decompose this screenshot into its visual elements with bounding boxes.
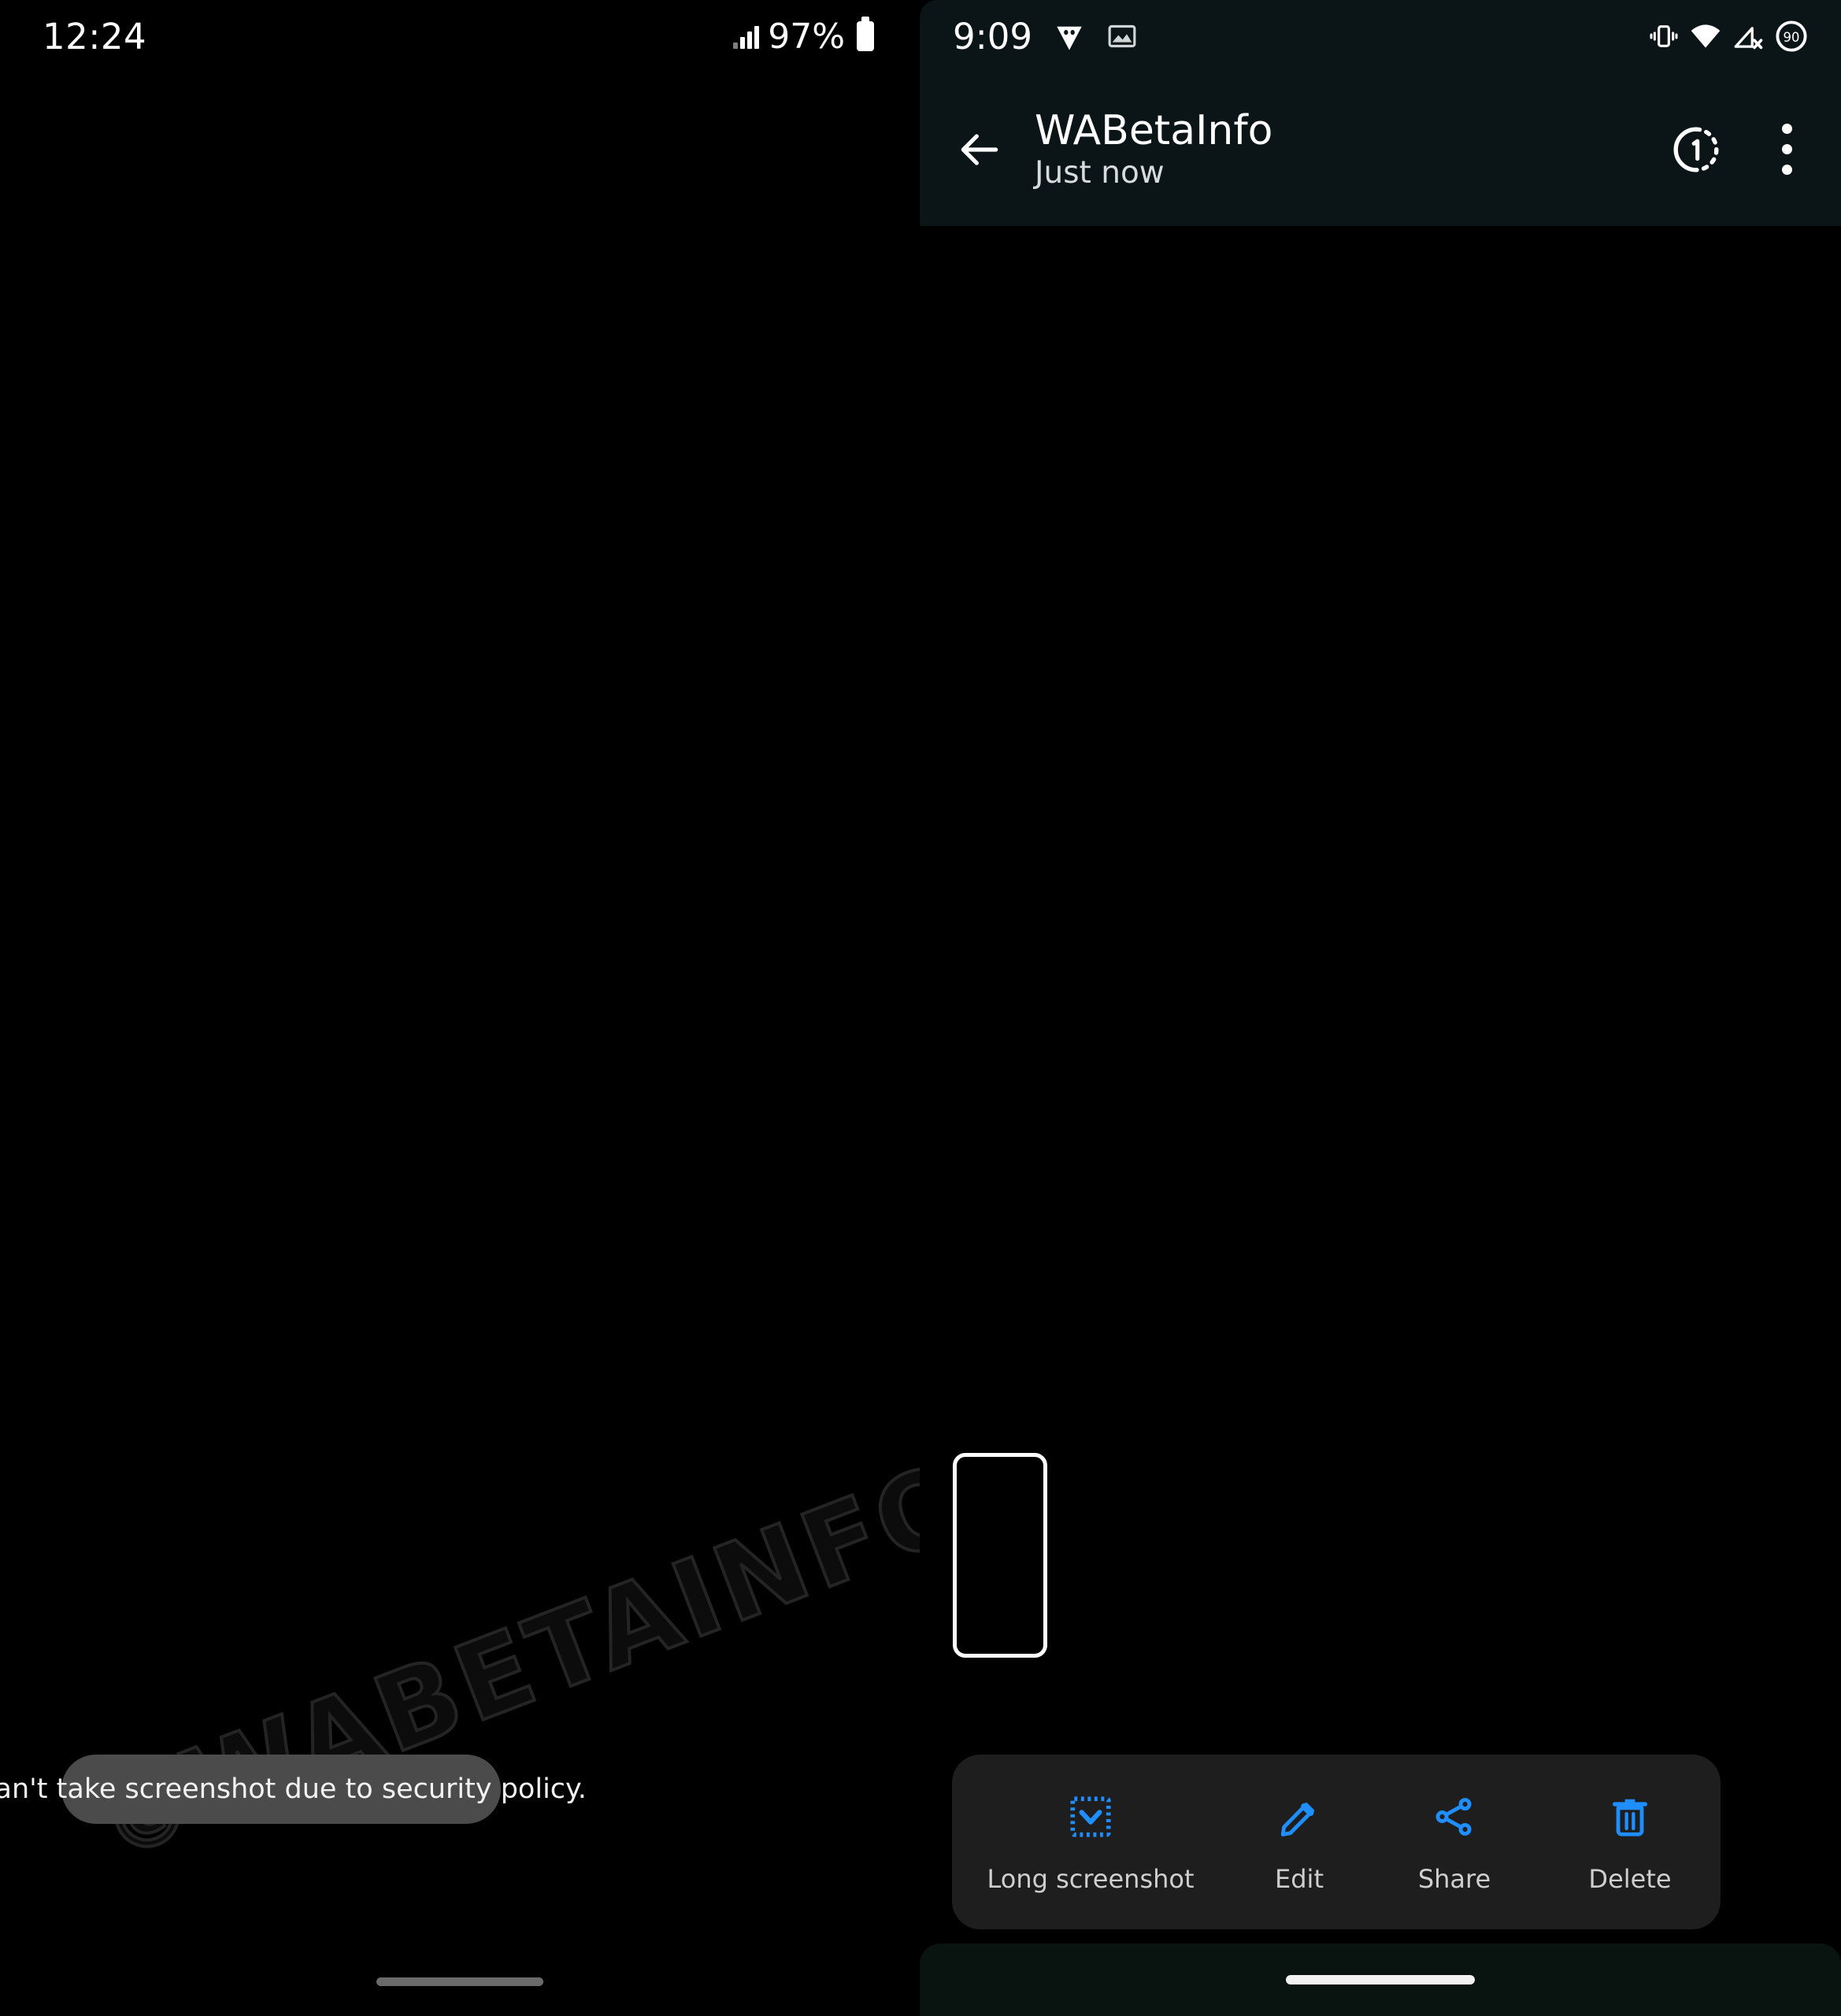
app-bar-content: WABetaInfo Just now	[920, 72, 1841, 226]
edit-button[interactable]: Edit	[1229, 1790, 1369, 1894]
status-clock: 9:09	[953, 15, 1033, 57]
battery-full-icon	[857, 17, 874, 51]
view-once-icon	[1673, 127, 1719, 172]
share-label: Share	[1417, 1864, 1491, 1894]
left-status-bar: 12:24 97%	[0, 0, 920, 72]
chat-app-bar: 9:09 90 WABetaInfo Just now	[920, 0, 1841, 226]
screenshot-thumbnail[interactable]	[953, 1453, 1047, 1658]
screenshot-blocked-toast: Can't take screenshot due to security po…	[0, 1755, 587, 1824]
vibrate-icon	[1650, 25, 1678, 47]
screenshot-image-icon	[1108, 24, 1136, 48]
delete-label: Delete	[1588, 1864, 1672, 1894]
right-navigation-bar	[920, 1944, 1841, 2016]
long-screenshot-label: Long screenshot	[987, 1864, 1195, 1894]
status-clock: 12:24	[43, 15, 147, 57]
right-status-bar: 9:09 90	[920, 0, 1841, 72]
back-button[interactable]	[942, 112, 1017, 187]
svg-text:90: 90	[1784, 30, 1800, 45]
status-system-icons: 90	[1648, 18, 1810, 54]
back-arrow-icon	[961, 133, 998, 165]
edit-label: Edit	[1275, 1864, 1324, 1894]
edit-pencil-icon	[1280, 1803, 1315, 1836]
toast-message: Can't take screenshot due to security po…	[0, 1773, 587, 1805]
app-bar-titles[interactable]: WABetaInfo Just now	[1035, 109, 1657, 189]
overflow-menu-button[interactable]	[1753, 110, 1821, 189]
long-screenshot-icon	[1070, 1796, 1111, 1837]
page-title: WABetaInfo	[1035, 107, 1273, 155]
share-button[interactable]: Share	[1369, 1790, 1539, 1894]
home-gesture-pill[interactable]	[1286, 1975, 1475, 1984]
status-right-icons: 97%	[733, 17, 874, 57]
status-left-icons: 9:09	[953, 16, 1138, 57]
long-screenshot-icon-wrap	[1066, 1790, 1115, 1844]
cellular-signal-icon	[733, 24, 760, 49]
overflow-menu-icon	[1781, 124, 1792, 175]
long-screenshot-button[interactable]: Long screenshot	[952, 1790, 1229, 1894]
mobile-data-off-icon	[1734, 27, 1763, 50]
share-nodes-icon	[1435, 1798, 1472, 1836]
delete-icon-wrap	[1607, 1790, 1653, 1844]
right-device-screen: 9:09 90 WABetaInfo Just now Long screens…	[920, 0, 1841, 2016]
left-device-screen: 12:24 97% ©WABETAINFO Can't take screens…	[0, 0, 920, 2016]
screenshot-root: 12:24 97% ©WABETAINFO Can't take screens…	[0, 0, 1841, 2016]
screenshot-action-bar: Long screenshot Edit Share Delete	[952, 1755, 1721, 1929]
home-gesture-pill[interactable]	[376, 1977, 543, 1986]
battery-percent-label: 97%	[768, 16, 845, 57]
battery-circle-icon: 90	[1776, 20, 1807, 52]
edit-icon-wrap	[1276, 1790, 1322, 1844]
view-once-button[interactable]	[1657, 110, 1735, 189]
trash-icon	[1613, 1799, 1647, 1836]
share-icon-wrap	[1432, 1790, 1477, 1844]
page-subtitle: Just now	[1035, 154, 1165, 191]
whatsapp-icon	[1057, 26, 1082, 50]
wifi-icon	[1691, 24, 1721, 48]
delete-button[interactable]: Delete	[1539, 1790, 1721, 1894]
